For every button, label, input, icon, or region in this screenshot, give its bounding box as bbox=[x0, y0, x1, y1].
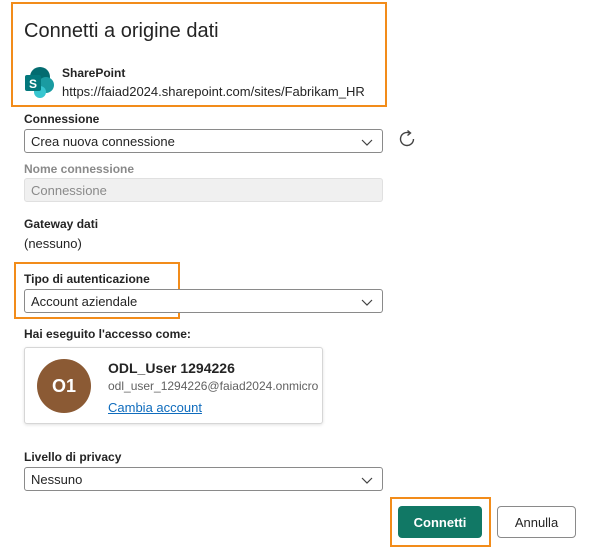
connection-value: Crea nuova connessione bbox=[31, 134, 175, 149]
refresh-icon[interactable] bbox=[396, 128, 418, 150]
user-email: odl_user_1294226@faiad2024.onmicrosoft.c… bbox=[108, 379, 318, 393]
svg-text:S: S bbox=[29, 77, 37, 91]
connection-label: Connessione bbox=[24, 112, 100, 126]
privacy-value: Nessuno bbox=[31, 472, 83, 487]
connect-button[interactable]: Connetti bbox=[398, 506, 482, 538]
switch-account-link[interactable]: Cambia account bbox=[108, 400, 202, 415]
connection-name-label: Nome connessione bbox=[24, 162, 135, 176]
auth-dropdown[interactable]: Account aziendale bbox=[24, 289, 383, 313]
privacy-label: Livello di privacy bbox=[24, 450, 122, 464]
user-name: ODL_User 1294226 bbox=[108, 360, 235, 376]
gateway-label: Gateway dati bbox=[24, 217, 99, 231]
auth-label: Tipo di autenticazione bbox=[24, 272, 150, 286]
source-url: https://faiad2024.sharepoint.com/sites/F… bbox=[62, 84, 365, 99]
chevron-down-icon bbox=[361, 139, 373, 146]
avatar: O1 bbox=[37, 359, 91, 413]
source-name: SharePoint bbox=[62, 66, 126, 80]
chevron-down-icon bbox=[361, 477, 373, 484]
gateway-value: (nessuno) bbox=[24, 236, 82, 251]
signed-in-label: Hai eseguito l'accesso come: bbox=[24, 327, 191, 341]
connection-dropdown[interactable]: Crea nuova connessione bbox=[24, 129, 383, 153]
connection-name-field: Connessione bbox=[24, 178, 383, 202]
dialog-title: Connetti a origine dati bbox=[24, 20, 219, 42]
account-card: O1 ODL_User 1294226 odl_user_1294226@fai… bbox=[24, 347, 323, 424]
auth-value: Account aziendale bbox=[31, 294, 138, 309]
chevron-down-icon bbox=[361, 299, 373, 306]
cancel-button[interactable]: Annulla bbox=[497, 506, 576, 538]
sharepoint-icon: S bbox=[24, 66, 56, 98]
privacy-dropdown[interactable]: Nessuno bbox=[24, 467, 383, 491]
